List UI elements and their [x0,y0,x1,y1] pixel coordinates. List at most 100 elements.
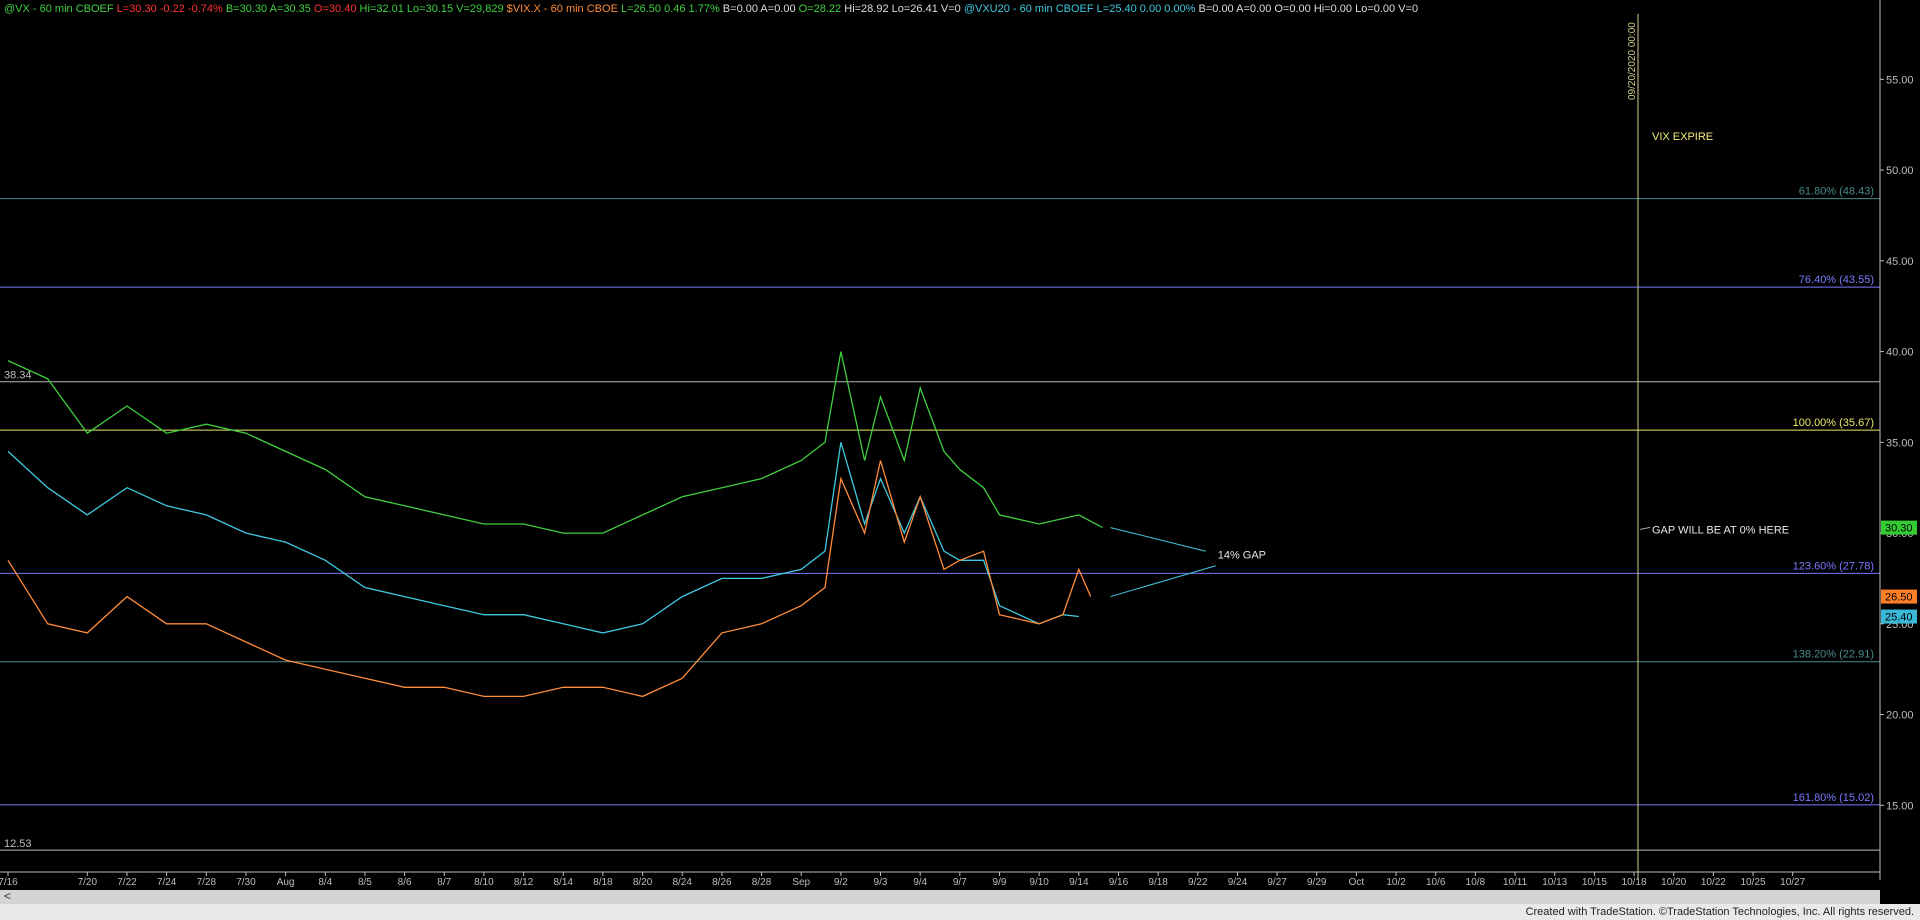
level-label: 100.00% (35.67) [1793,417,1874,429]
x-tick-label: 10/27 [1780,877,1805,888]
header-field: B=30.30 [223,3,267,15]
y-tick-label: 20.00 [1886,710,1914,722]
header-field: L=30.30 [114,3,157,15]
header-field: @VXU20 - 60 min [961,3,1053,15]
header-field: @VX - 60 min [4,3,73,15]
gap-zero-label: GAP WILL BE AT 0% HERE [1652,524,1789,536]
x-tick-label: 9/16 [1109,877,1129,888]
y-tick-label: 40.00 [1886,347,1914,359]
x-tick-label: 8/7 [437,877,451,888]
horizontal-scrollbar[interactable] [0,890,1880,904]
level-label: 138.20% (22.91) [1793,649,1874,661]
x-tick-label: 9/7 [953,877,967,888]
header-field: 0.00 [1137,3,1161,15]
gap-percent-label: 14% GAP [1218,549,1266,561]
x-tick-label: 10/6 [1426,877,1446,888]
header-field: L=26.50 [618,3,661,15]
x-tick-label: 10/13 [1542,877,1567,888]
level-value-left: 38.34 [4,370,32,382]
x-tick-label: 9/24 [1228,877,1248,888]
header-field: Hi=32.01 [356,3,403,15]
x-tick-label: 7/22 [117,877,137,888]
x-tick-label: 10/22 [1701,877,1726,888]
x-tick-label: 7/20 [78,877,98,888]
header-field: -0.74% [185,3,223,15]
last-price-value: 26.50 [1885,592,1913,604]
header-field: Hi=28.92 [841,3,888,15]
x-tick-label: 9/4 [913,877,927,888]
level-label: 161.80% (15.02) [1793,792,1874,804]
symbol-header: @VX - 60 min CBOEF L=30.30 -0.22 -0.74% … [4,3,1418,15]
x-tick-label: 9/22 [1188,877,1208,888]
x-tick-label: Oct [1349,877,1365,888]
x-tick-label: 10/11 [1503,877,1528,888]
x-tick-label: 8/28 [752,877,772,888]
x-tick-label: 10/2 [1386,877,1406,888]
level-value-left: 12.53 [4,838,32,850]
x-tick-label: Sep [792,877,810,888]
x-tick-label: 8/4 [318,877,332,888]
y-tick-label: 55.00 [1886,74,1914,86]
header-field: 1.77% [686,3,720,15]
price-chart[interactable]: @VX - 60 min CBOEF L=30.30 -0.22 -0.74% … [0,0,1920,920]
x-tick-label: 8/18 [593,877,613,888]
x-tick-label: 8/5 [358,877,372,888]
x-tick-label: 8/14 [553,877,573,888]
header-field: L=25.40 [1094,3,1137,15]
level-label: 123.60% (27.78) [1793,560,1874,572]
vix-expire-label: VIX EXPIRE [1652,131,1713,143]
header-field: Lo=30.15 [404,3,453,15]
x-tick-label: 8/12 [514,877,534,888]
x-tick-label: 7/16 [0,877,18,888]
header-field: O=0.00 [1271,3,1310,15]
x-tick-label: 8/24 [672,877,692,888]
x-tick-label: 9/18 [1148,877,1168,888]
header-field: Lo=0.00 [1352,3,1395,15]
header-field: 0.46 [661,3,685,15]
header-field: A=0.00 [758,3,796,15]
header-field: V=0 [1395,3,1418,15]
x-tick-label: 8/20 [633,877,653,888]
header-field: O=28.22 [796,3,842,15]
x-tick-label: 10/25 [1741,877,1766,888]
copyright-footer: Created with TradeStation. ©TradeStation… [1525,906,1914,918]
last-price-value: 30.30 [1885,523,1913,535]
last-price-value: 25.40 [1885,612,1913,624]
scroll-left-icon[interactable]: < [4,889,11,903]
header-field: A=0.00 [1234,3,1272,15]
header-field: 0.00% [1161,3,1195,15]
header-field: A=30.35 [267,3,311,15]
header-field: B=0.00 [720,3,758,15]
chart-background [0,0,1920,920]
y-tick-label: 35.00 [1886,437,1914,449]
x-tick-label: 9/29 [1307,877,1327,888]
x-tick-label: 10/20 [1661,877,1686,888]
level-label: 76.40% (43.55) [1799,274,1874,286]
header-line: @VX - 60 min CBOEF L=30.30 -0.22 -0.74% … [4,3,1418,15]
header-field: Lo=26.41 [889,3,938,15]
x-tick-label: 7/24 [157,877,177,888]
header-field: $VIX.X - 60 min [504,3,584,15]
y-tick-label: 45.00 [1886,256,1914,268]
x-tick-label: 9/9 [993,877,1007,888]
y-tick-label: 50.00 [1886,165,1914,177]
x-tick-label: Aug [277,877,295,888]
x-tick-label: 8/6 [398,877,412,888]
x-tick-label: 10/15 [1582,877,1607,888]
expiry-date-label: 09/20/2020 00:00 [1627,22,1638,100]
header-field: CBOEF [1053,3,1094,15]
x-tick-label: 8/10 [474,877,494,888]
x-tick-label: 10/8 [1466,877,1486,888]
x-tick-label: 10/18 [1622,877,1647,888]
x-tick-label: 7/30 [236,877,256,888]
x-tick-label: 8/26 [712,877,732,888]
x-tick-label: 9/14 [1069,877,1089,888]
header-field: V=0 [938,3,961,15]
level-label: 61.80% (48.43) [1799,186,1874,198]
x-tick-label: 9/3 [874,877,888,888]
header-field: B=0.00 [1195,3,1233,15]
x-tick-label: 9/27 [1267,877,1287,888]
y-tick-label: 15.00 [1886,800,1914,812]
header-field: CBOEF [73,3,114,15]
x-tick-label: 9/2 [834,877,848,888]
